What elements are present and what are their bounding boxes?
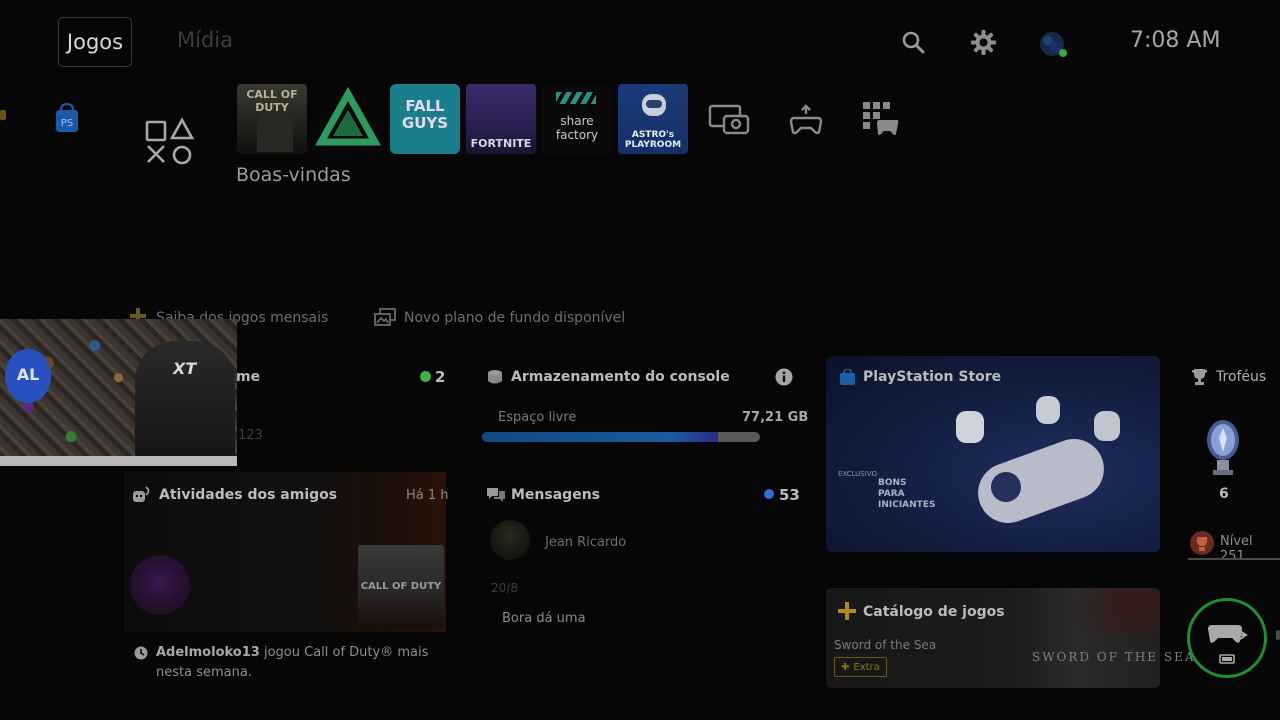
playstation-plus-icon [838, 602, 856, 620]
game-tile-label: FORTNITE [470, 137, 532, 150]
messages-count: 53 [779, 486, 800, 504]
notification-new-wallpaper[interactable]: Novo plano de fundo disponível [404, 310, 625, 326]
clock: 7:08 AM [1130, 28, 1221, 53]
online-user-id: 123 [238, 428, 263, 443]
game-base-icon[interactable] [863, 102, 899, 136]
webcam-balloon: AL [5, 349, 51, 403]
tab-games[interactable]: Jogos [58, 17, 132, 67]
game-tile-fall-guys[interactable]: FALL GUYS [390, 84, 460, 154]
game-tile-label: share factory [555, 114, 599, 142]
storage-progress-fill [482, 432, 719, 442]
trophy-level-divider [1188, 558, 1280, 560]
storage-progress-bar [482, 432, 760, 442]
message-sender-name[interactable]: Jean Ricardo [545, 535, 626, 550]
wallpaper-icon [374, 308, 396, 326]
store-card[interactable] [826, 356, 1160, 552]
online-status-dot [420, 371, 431, 382]
game-tile-share-factory[interactable]: share factory [542, 84, 612, 154]
game-tile-label: CALL OF DUTY [246, 88, 298, 114]
trophies-title: Troféus [1216, 369, 1267, 385]
tab-media[interactable]: Mídia [177, 28, 233, 52]
online-count: 2 [435, 368, 446, 386]
storage-title: Armazenamento do console [511, 369, 730, 385]
svg-text:PS: PS [61, 118, 73, 129]
playstation-store-icon[interactable]: PS [54, 102, 80, 134]
platinum-count: 6 [1219, 486, 1229, 502]
messages-icon [486, 486, 506, 504]
storage-free-label: Espaço livre [498, 410, 577, 425]
store-title: PlayStation Store [863, 369, 1002, 385]
friends-activity-title: Atividades dos amigos [159, 487, 338, 503]
game-catalog-title: Catálogo de jogos [863, 604, 1005, 620]
friend-activity-game-art[interactable]: CALL OF DUTY [358, 545, 444, 627]
selected-game-title: Boas-vindas [236, 164, 351, 186]
friend-username[interactable]: Adelmoloko13 [156, 645, 260, 660]
avatar[interactable] [1038, 30, 1068, 60]
media-gallery-icon[interactable] [708, 104, 750, 136]
remote-play-icon[interactable] [789, 104, 823, 136]
storage-icon [487, 369, 503, 385]
catalog-game-title: Sword of the Sea [834, 638, 937, 652]
platinum-trophy-icon [1201, 418, 1245, 476]
game-tile-call-of-duty[interactable]: CALL OF DUTY [237, 84, 307, 154]
webcam-overlay: AL XT [0, 319, 237, 466]
friend-activity-game-art-label: CALL OF DUTY [360, 581, 442, 592]
gear-icon[interactable] [970, 29, 997, 56]
message-preview: Bora dá uma [502, 611, 586, 626]
extra-badge: ✚ Extra [834, 657, 887, 677]
storage-free-value: 77,21 GB [742, 410, 809, 425]
message-sender-avatar [490, 520, 530, 560]
game-library-icon[interactable] [144, 116, 196, 168]
game-tile-label: ASTRO's PLAYROOM [624, 130, 682, 150]
store-promo-badge: EXCLUSIVO [838, 470, 877, 478]
extra-badge-plus-icon: ✚ [841, 661, 850, 673]
game-tile-triangle[interactable] [313, 84, 383, 154]
messages-unread-dot [764, 489, 774, 499]
trophy-level-icon [1189, 530, 1215, 556]
friend-activity-text: Adelmoloko13 jogou Call of Duty® mais ne… [156, 643, 456, 683]
webcam-balloon-text: AL [16, 365, 40, 384]
message-date: 20/8 [491, 581, 518, 595]
clock-icon [134, 645, 148, 660]
trophy-icon [1191, 368, 1208, 385]
partial-right-icon [1276, 630, 1280, 640]
chair-logo: XT [173, 359, 197, 378]
friends-activity-time: Há 1 h [406, 488, 449, 503]
friends-activity-icon [132, 486, 152, 504]
gaming-chair: XT [135, 341, 235, 466]
search-icon[interactable] [901, 30, 927, 56]
game-tile-astros-playroom[interactable]: ASTRO's PLAYROOM [618, 84, 688, 154]
controller-status-icon[interactable] [1187, 598, 1267, 678]
game-tile-fortnite[interactable]: FORTNITE [466, 84, 536, 154]
store-icon [840, 368, 855, 385]
partial-left-icon [0, 110, 6, 120]
info-icon[interactable] [775, 368, 793, 386]
game-tile-label: FALL GUYS [401, 97, 449, 132]
online-card-title: me [236, 369, 261, 385]
sword-of-the-sea-logo: SWORD OF THE SEA [1032, 650, 1196, 664]
friend-avatar [130, 555, 190, 615]
messages-title: Mensagens [511, 487, 600, 503]
store-promo-tag: BONS PARA INICIANTES [878, 478, 936, 510]
